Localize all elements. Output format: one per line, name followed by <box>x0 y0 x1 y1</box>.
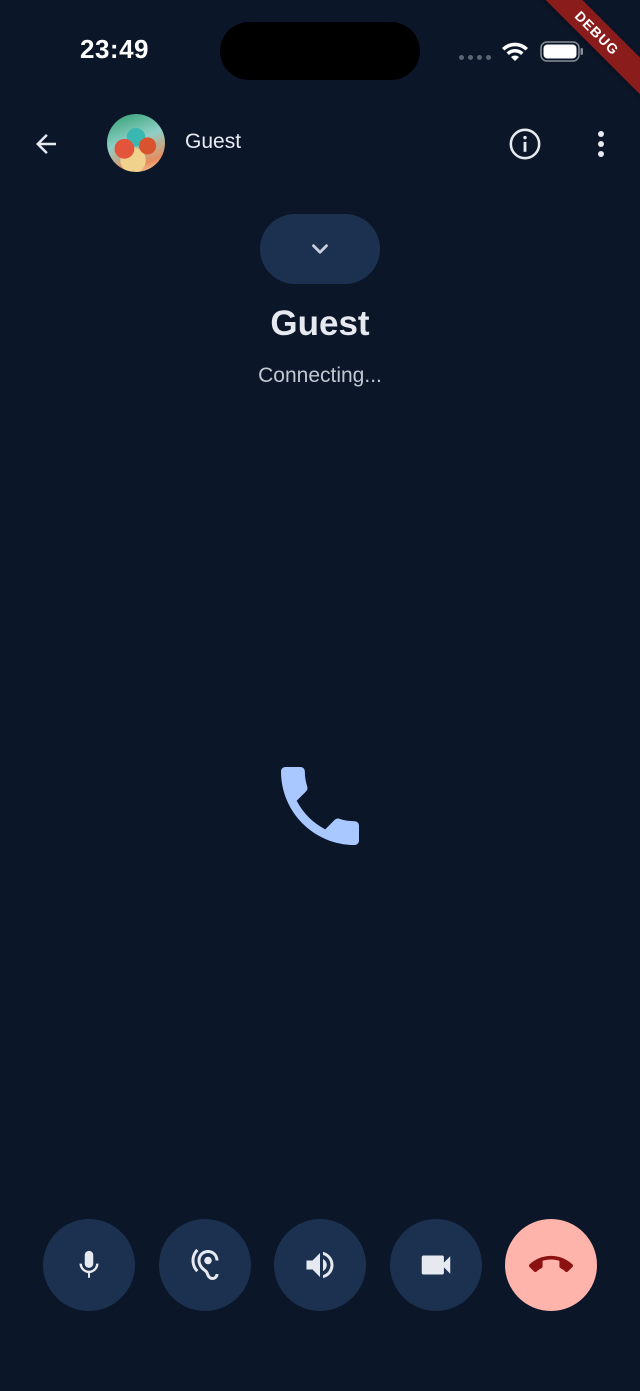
avatar[interactable] <box>107 114 165 172</box>
volume-icon <box>306 1251 334 1279</box>
mic-icon <box>79 1250 99 1278</box>
more-vert-icon <box>598 131 604 157</box>
call-end-icon <box>529 1255 573 1273</box>
ear-icon <box>191 1248 218 1280</box>
status-time: 23:49 <box>80 34 149 64</box>
earpiece-button[interactable] <box>158 1219 251 1311</box>
back-button[interactable] <box>24 122 68 166</box>
chevron-down-icon <box>312 244 328 254</box>
mute-button[interactable] <box>43 1219 135 1311</box>
call-controls <box>43 1219 597 1311</box>
arrow-back-icon <box>36 134 56 154</box>
contact-name: Guest <box>185 130 242 153</box>
info-icon <box>509 128 541 160</box>
wifi-icon <box>502 42 528 61</box>
info-button[interactable] <box>505 124 545 164</box>
dynamic-island <box>220 22 420 80</box>
battery-icon <box>540 41 583 62</box>
cellular-signal-icon <box>459 55 491 60</box>
phone-icon <box>281 767 359 845</box>
video-button[interactable] <box>389 1219 482 1311</box>
minimize-call-button[interactable] <box>260 214 380 284</box>
videocam-icon <box>421 1255 450 1275</box>
call-status: Connecting... <box>258 364 382 387</box>
end-call-button[interactable] <box>505 1219 597 1311</box>
call-title: Guest <box>270 304 370 343</box>
more-options-button[interactable] <box>586 124 616 164</box>
speaker-button[interactable] <box>274 1219 366 1311</box>
